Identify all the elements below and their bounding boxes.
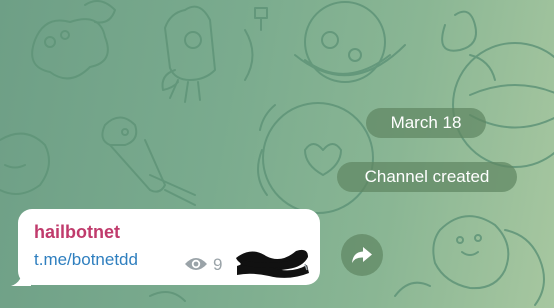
sender-name[interactable]: hailbotnet: [34, 222, 120, 243]
date-separator: March 18: [366, 108, 486, 138]
service-message: Channel created: [337, 162, 517, 192]
channel-link[interactable]: t.me/botnetdd: [34, 250, 138, 270]
eye-icon: [185, 258, 207, 270]
views-count: 9: [213, 255, 223, 274]
redaction-scribble: [236, 249, 309, 278]
share-arrow-icon: [352, 247, 372, 263]
share-button[interactable]: [341, 234, 383, 276]
